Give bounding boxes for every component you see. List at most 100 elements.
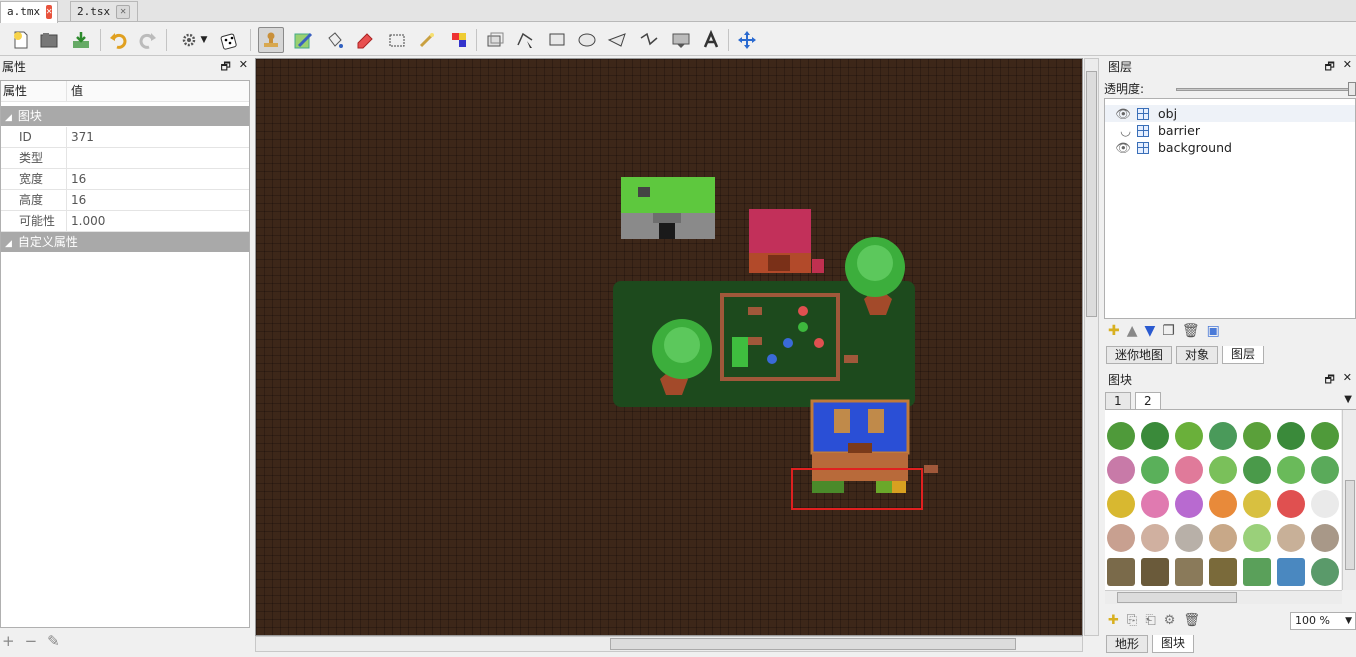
property-row[interactable]: 类型 bbox=[1, 148, 249, 169]
tile[interactable] bbox=[1141, 558, 1169, 586]
scroll-thumb[interactable] bbox=[1345, 480, 1355, 570]
duplicate-layer-icon[interactable]: ❐ bbox=[1162, 323, 1175, 339]
chevron-down-icon[interactable]: ▼ bbox=[1344, 394, 1352, 405]
layer-row-background[interactable]: 👁 background bbox=[1105, 139, 1355, 156]
tab-layers[interactable]: 图层 bbox=[1222, 346, 1265, 364]
new-file-button[interactable] bbox=[8, 27, 34, 53]
eye-icon[interactable]: 👁 bbox=[1105, 140, 1137, 156]
plus-icon[interactable]: + bbox=[2, 632, 15, 650]
tab-2-tsx[interactable]: 2.tsx ✕ bbox=[70, 1, 138, 22]
magic-wand-button[interactable] bbox=[414, 27, 440, 53]
close-icon[interactable]: ✕ bbox=[46, 5, 53, 19]
property-row[interactable]: 可能性 1.000 bbox=[1, 211, 249, 232]
eraser-button[interactable] bbox=[352, 27, 378, 53]
stamp-brush-button[interactable] bbox=[258, 27, 284, 53]
tile[interactable] bbox=[1141, 490, 1169, 518]
tile[interactable] bbox=[1107, 558, 1135, 586]
minus-icon[interactable]: − bbox=[25, 632, 38, 650]
raise-layer-icon[interactable]: ▲ bbox=[1127, 323, 1138, 339]
tile[interactable] bbox=[1277, 524, 1305, 552]
tile[interactable] bbox=[1277, 422, 1305, 450]
zoom-select[interactable]: 100 % ▼ bbox=[1290, 612, 1356, 630]
tile[interactable] bbox=[1311, 558, 1339, 586]
tab-a-tmx[interactable]: a.tmx ✕ bbox=[0, 1, 58, 23]
edit-tileset-icon[interactable]: ⚙ bbox=[1164, 613, 1176, 628]
tile[interactable] bbox=[1209, 524, 1237, 552]
tileset-tab-1[interactable]: 1 bbox=[1105, 392, 1131, 410]
move-button[interactable] bbox=[734, 27, 760, 53]
new-tileset-icon[interactable]: ✚ bbox=[1108, 613, 1119, 628]
map-canvas[interactable] bbox=[255, 58, 1083, 636]
tile[interactable] bbox=[1175, 490, 1203, 518]
tile[interactable] bbox=[1277, 558, 1305, 586]
layer-properties-icon[interactable]: ▣ bbox=[1207, 323, 1220, 339]
insert-ellipse-button[interactable] bbox=[574, 27, 600, 53]
export-tileset-icon[interactable]: ⎗ bbox=[1145, 613, 1155, 628]
eye-closed-icon[interactable]: ◡ bbox=[1105, 123, 1137, 138]
float-icon[interactable]: 🗗 bbox=[1324, 58, 1334, 77]
tileset-view[interactable] bbox=[1105, 410, 1341, 590]
terrain-brush-button[interactable] bbox=[290, 27, 316, 53]
property-row[interactable]: ID 371 bbox=[1, 127, 249, 148]
tileset-horizontal-scrollbar[interactable] bbox=[1105, 590, 1342, 604]
tile[interactable] bbox=[1243, 558, 1271, 586]
opacity-slider[interactable] bbox=[1176, 88, 1352, 91]
tile[interactable] bbox=[1311, 456, 1339, 484]
rectangle-select-button[interactable] bbox=[384, 27, 410, 53]
save-button[interactable] bbox=[68, 27, 94, 53]
tile[interactable] bbox=[1243, 456, 1271, 484]
new-layer-icon[interactable]: ✚ bbox=[1108, 323, 1120, 339]
delete-tileset-icon[interactable]: 🗑 bbox=[1183, 613, 1200, 628]
tab-terrains[interactable]: 地形 bbox=[1106, 635, 1149, 653]
pencil-icon[interactable]: ✎ bbox=[47, 632, 60, 650]
select-objects-button[interactable] bbox=[482, 27, 508, 53]
tileset-tab-2[interactable]: 2 bbox=[1135, 392, 1161, 410]
property-row[interactable]: 宽度 16 bbox=[1, 169, 249, 190]
layer-row-obj[interactable]: 👁 obj bbox=[1105, 105, 1355, 122]
scroll-thumb[interactable] bbox=[1086, 71, 1097, 317]
group-custom-properties[interactable]: ◢ 自定义属性 bbox=[1, 232, 249, 252]
float-icon[interactable]: 🗗 bbox=[220, 58, 230, 77]
tile[interactable] bbox=[1175, 456, 1203, 484]
property-row[interactable]: 高度 16 bbox=[1, 190, 249, 211]
map-horizontal-scrollbar[interactable] bbox=[255, 636, 1083, 652]
map-vertical-scrollbar[interactable] bbox=[1084, 58, 1099, 636]
tile[interactable] bbox=[1209, 422, 1237, 450]
float-icon[interactable]: 🗗 bbox=[1324, 371, 1334, 390]
lower-layer-icon[interactable]: ▼ bbox=[1145, 323, 1156, 339]
redo-button[interactable] bbox=[134, 27, 160, 53]
tile[interactable] bbox=[1141, 456, 1169, 484]
tab-tilesets[interactable]: 图块 bbox=[1152, 635, 1195, 653]
delete-layer-icon[interactable]: 🗑 bbox=[1182, 323, 1200, 339]
open-file-button[interactable] bbox=[36, 27, 62, 53]
tile[interactable] bbox=[1311, 524, 1339, 552]
tile[interactable] bbox=[1277, 456, 1305, 484]
tile[interactable] bbox=[1311, 490, 1339, 518]
tile[interactable] bbox=[1175, 524, 1203, 552]
select-same-tile-button[interactable] bbox=[446, 27, 472, 53]
bucket-fill-button[interactable] bbox=[322, 27, 348, 53]
tile[interactable] bbox=[1243, 490, 1271, 518]
tile[interactable] bbox=[1175, 558, 1203, 586]
undo-button[interactable] bbox=[106, 27, 132, 53]
tile[interactable] bbox=[1107, 456, 1135, 484]
opacity-slider-handle[interactable] bbox=[1348, 82, 1356, 96]
tile[interactable] bbox=[1209, 490, 1237, 518]
random-mode-button[interactable] bbox=[216, 27, 242, 53]
tileset-vertical-scrollbar[interactable] bbox=[1342, 410, 1356, 590]
commands-button[interactable]: ▼ bbox=[174, 27, 214, 53]
insert-rectangle-button[interactable] bbox=[544, 27, 570, 53]
tile[interactable] bbox=[1107, 490, 1135, 518]
close-icon[interactable]: ✕ bbox=[239, 58, 248, 77]
eye-icon[interactable]: 👁 bbox=[1105, 106, 1137, 122]
tile[interactable] bbox=[1243, 524, 1271, 552]
insert-text-button[interactable] bbox=[698, 27, 724, 53]
tile[interactable] bbox=[1107, 422, 1135, 450]
tile[interactable] bbox=[1209, 558, 1237, 586]
tile[interactable] bbox=[1107, 524, 1135, 552]
tile[interactable] bbox=[1175, 422, 1203, 450]
insert-tile-button[interactable] bbox=[668, 27, 694, 53]
tile[interactable] bbox=[1141, 422, 1169, 450]
tile[interactable] bbox=[1209, 456, 1237, 484]
close-icon[interactable]: ✕ bbox=[116, 5, 131, 19]
